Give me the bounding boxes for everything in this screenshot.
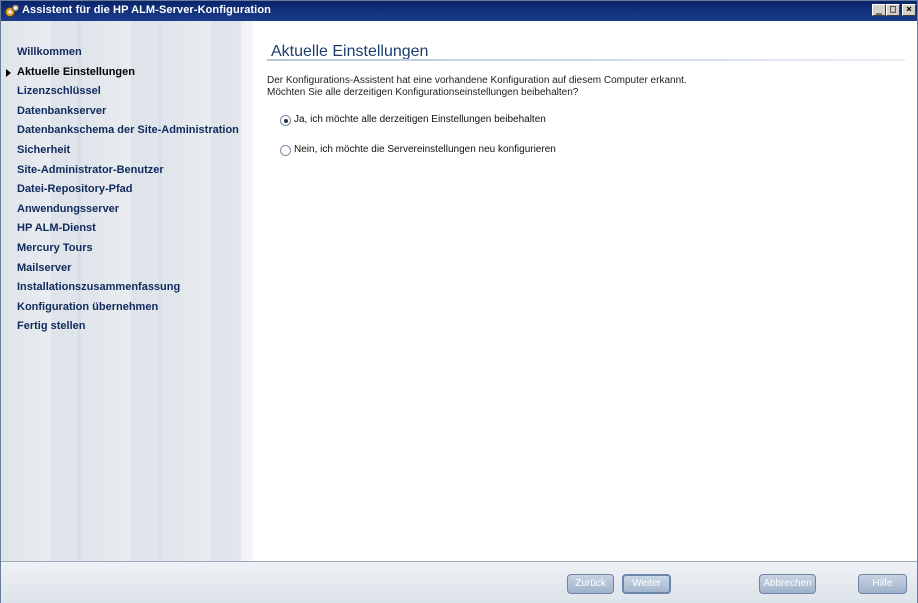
description-line-2: Möchten Sie alle derzeitigen Konfigurati…: [267, 87, 579, 98]
step-fertig-stellen: Fertig stellen: [1, 317, 239, 337]
back-button[interactable]: Zurück: [567, 574, 614, 594]
minimize-button[interactable]: _: [872, 4, 886, 16]
description-text: Der Konfigurations-Assistent hat eine vo…: [267, 75, 687, 99]
wizard-gears-icon: [4, 3, 20, 19]
wizard-window: Assistent für die HP ALM-Server-Konfigur…: [0, 0, 918, 603]
button-bar: Zurück Weiter Abbrechen Hilfe: [1, 561, 917, 603]
maximize-button[interactable]: □: [886, 4, 900, 16]
step-aktuelle-einstellungen: Aktuelle Einstellungen: [1, 63, 239, 83]
step-lizenzschluessel: Lizenzschlüssel: [1, 82, 239, 102]
reconfigure-label[interactable]: Nein, ich möchte die Servereinstellungen…: [294, 144, 556, 155]
step-mailserver: Mailserver: [1, 259, 239, 279]
step-anwendungsserver: Anwendungsserver: [1, 200, 239, 220]
step-label: HP ALM-Dienst: [17, 222, 96, 235]
step-label: Aktuelle Einstellungen: [17, 65, 135, 78]
close-button[interactable]: ×: [902, 4, 916, 16]
step-konfiguration-uebernehmen: Konfiguration übernehmen: [1, 298, 239, 318]
step-label: Mercury Tours: [17, 241, 93, 254]
step-label: Mailserver: [17, 261, 72, 274]
window-title: Assistent für die HP ALM-Server-Konfigur…: [22, 4, 271, 16]
cancel-button[interactable]: Abbrechen: [759, 574, 816, 594]
step-label: Installationszusammenfassung: [17, 281, 181, 294]
step-alm-dienst: HP ALM-Dienst: [1, 219, 239, 239]
steps-list: Willkommen Aktuelle Einstellungen Lizenz…: [1, 43, 239, 337]
step-label: Site-Administrator-Benutzer: [17, 163, 164, 176]
triangle-right-icon: [6, 68, 11, 77]
keep-settings-label[interactable]: Ja, ich möchte alle derzeitigen Einstell…: [294, 114, 546, 125]
step-label: Datenbankschema der Site-Administration: [17, 124, 239, 137]
description-line-1: Der Konfigurations-Assistent hat eine vo…: [267, 75, 687, 86]
step-site-administrator: Site-Administrator-Benutzer: [1, 161, 239, 181]
steps-sidebar: Willkommen Aktuelle Einstellungen Lizenz…: [1, 21, 253, 561]
step-label: Lizenzschlüssel: [17, 85, 101, 98]
main-panel: Aktuelle Einstellungen Der Konfiguration…: [253, 21, 917, 561]
step-willkommen: Willkommen: [1, 43, 239, 63]
step-label: Datenbankserver: [17, 104, 107, 117]
step-label: Fertig stellen: [17, 320, 86, 333]
title-divider: [267, 59, 905, 61]
help-button[interactable]: Hilfe: [858, 574, 907, 594]
step-sicherheit: Sicherheit: [1, 141, 239, 161]
reconfigure-radio[interactable]: [280, 145, 291, 156]
step-label: Datei-Repository-Pfad: [17, 183, 133, 196]
step-datenbankschema: Datenbankschema der Site-Administration: [1, 121, 239, 141]
step-label: Willkommen: [17, 46, 82, 58]
step-datei-repository: Datei-Repository-Pfad: [1, 180, 239, 200]
step-label: Konfiguration übernehmen: [17, 300, 159, 313]
title-bar[interactable]: Assistent für die HP ALM-Server-Konfigur…: [1, 1, 917, 21]
step-label: Anwendungsserver: [17, 202, 120, 215]
step-installationszusammenfassung: Installationszusammenfassung: [1, 278, 239, 298]
step-mercury-tours: Mercury Tours: [1, 239, 239, 259]
next-button[interactable]: Weiter: [622, 574, 671, 594]
keep-settings-radio[interactable]: [280, 115, 291, 126]
step-datenbankserver: Datenbankserver: [1, 102, 239, 122]
step-label: Sicherheit: [17, 143, 71, 156]
